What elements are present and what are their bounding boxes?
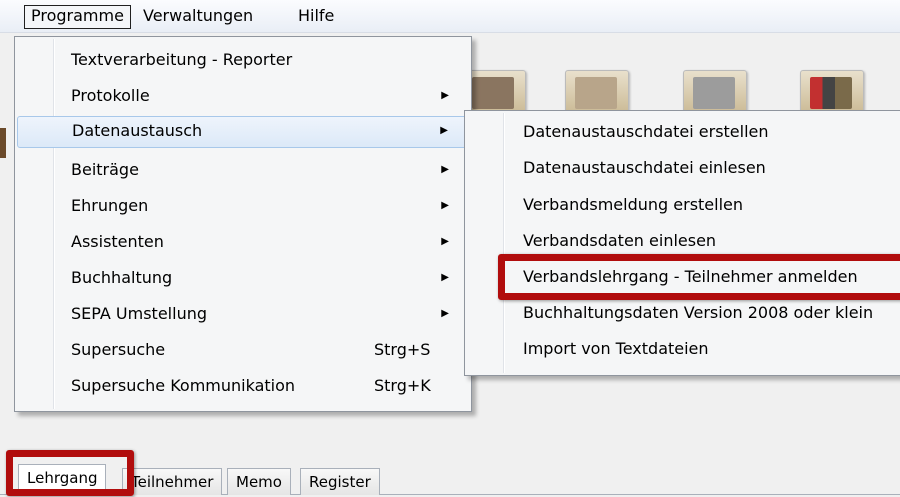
submenu-arrow-icon: ▶ [441, 308, 449, 319]
menu-item-label: Beiträge [71, 160, 139, 179]
menu-item-protokolle[interactable]: Protokolle ▶ [17, 81, 469, 111]
menu-item-label: Ehrungen [71, 196, 149, 215]
submenu-item-buchhaltungsdaten[interactable]: Buchhaltungsdaten Version 2008 oder klei… [467, 298, 900, 328]
submenu-arrow-icon: ▶ [441, 164, 449, 175]
tab-lehrgang[interactable]: Lehrgang [18, 464, 107, 495]
tab-teilnehmer[interactable]: Teilnehmer [122, 468, 223, 495]
menu-item-label: SEPA Umstellung [71, 304, 207, 323]
menu-item-supersuche-kommunikation[interactable]: Supersuche Kommunikation Strg+K [17, 371, 469, 401]
submenu-arrow-icon: ▶ [441, 272, 449, 283]
shortcut-label: Strg+S [374, 340, 431, 359]
menu-item-label: Supersuche Kommunikation [71, 376, 296, 395]
menu-item-label: Protokolle [71, 86, 150, 105]
submenu-arrow-icon: ▶ [441, 236, 449, 247]
menu-item-label: Buchhaltung [71, 268, 173, 287]
menu-item-ehrungen[interactable]: Ehrungen ▶ [17, 191, 469, 221]
submenu-item-verbandslehrgang-teilnehmer-anmelden[interactable]: Verbandslehrgang - Teilnehmer anmelden [467, 262, 900, 292]
menu-hilfe[interactable]: Hilfe [292, 5, 340, 27]
submenu-arrow-icon: ▶ [441, 90, 449, 101]
programme-menu: Textverarbeitung - Reporter Protokolle ▶… [14, 36, 472, 412]
submenu-item-datenaustauschdatei-erstellen[interactable]: Datenaustauschdatei erstellen [467, 117, 900, 147]
tab-register[interactable]: Register [300, 468, 380, 495]
submenu-item-import-textdateien[interactable]: Import von Textdateien [467, 334, 900, 364]
menu-item-supersuche[interactable]: Supersuche Strg+S [17, 335, 469, 365]
submenu-item-verbandsmeldung-erstellen[interactable]: Verbandsmeldung erstellen [467, 190, 900, 220]
menu-item-label: Assistenten [71, 232, 164, 251]
submenu-item-datenaustauschdatei-einlesen[interactable]: Datenaustauschdatei einlesen [467, 153, 900, 183]
menu-item-label: Datenaustausch [72, 121, 203, 140]
menu-item-sepa-umstellung[interactable]: SEPA Umstellung ▶ [17, 299, 469, 329]
menu-bar: Programme Verwaltungen Hilfe [0, 0, 900, 33]
shortcut-label: Strg+K [374, 376, 431, 395]
menu-item-assistenten[interactable]: Assistenten ▶ [17, 227, 469, 257]
submenu-arrow-icon: ▶ [440, 125, 448, 136]
submenu-arrow-icon: ▶ [441, 200, 449, 211]
menu-item-label: Textverarbeitung - Reporter [71, 50, 293, 69]
datenaustausch-submenu: Datenaustauschdatei erstellen Datenausta… [464, 110, 900, 376]
menu-item-datenaustausch[interactable]: Datenaustausch ▶ [17, 116, 469, 148]
menu-item-textverarbeitung[interactable]: Textverarbeitung - Reporter [17, 45, 469, 75]
submenu-item-verbandsdaten-einlesen[interactable]: Verbandsdaten einlesen [467, 226, 900, 256]
menu-programme[interactable]: Programme [24, 5, 131, 29]
toolbar-edge-image [0, 128, 6, 158]
menu-item-beitraege[interactable]: Beiträge ▶ [17, 155, 469, 185]
tab-memo[interactable]: Memo [227, 468, 291, 495]
menu-item-buchhaltung[interactable]: Buchhaltung ▶ [17, 263, 469, 293]
menu-verwaltungen[interactable]: Verwaltungen [137, 5, 259, 27]
menu-item-label: Supersuche [71, 340, 166, 359]
